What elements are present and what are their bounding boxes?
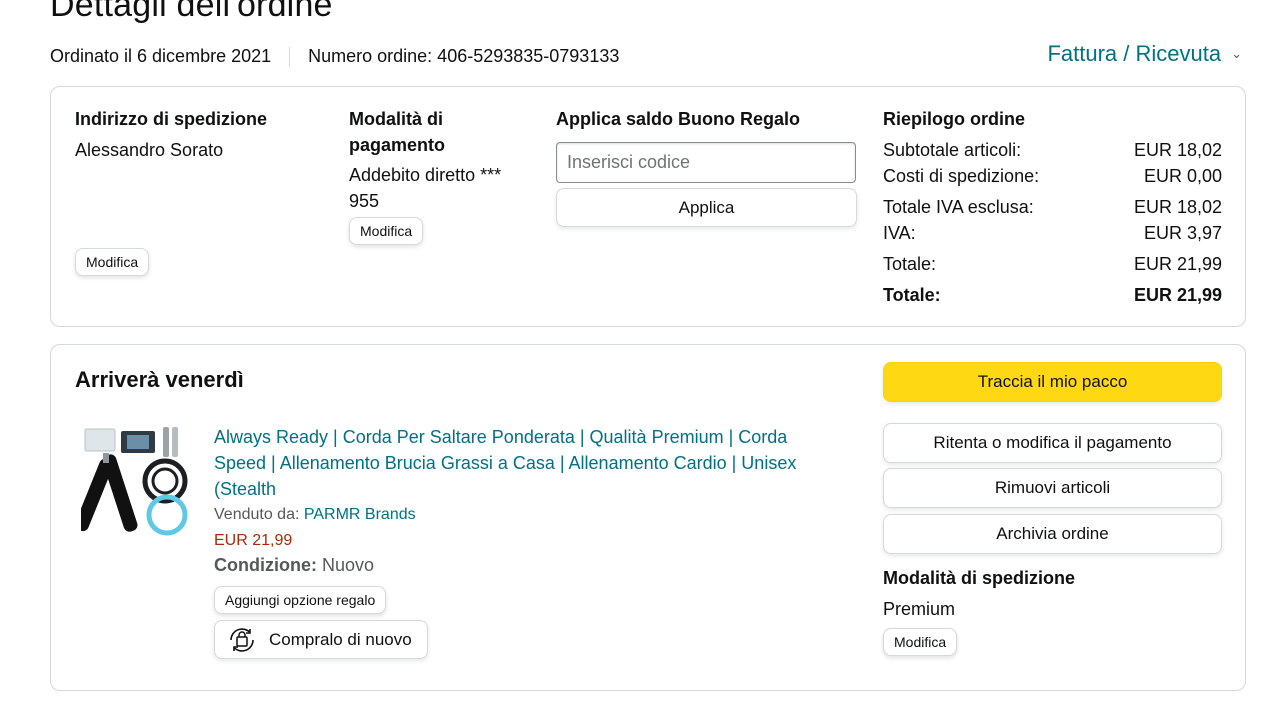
shipping-method-heading: Modalità di spedizione bbox=[883, 568, 1076, 588]
archive-order-button[interactable]: Archivia ordine bbox=[883, 514, 1222, 554]
summary-label: Subtotale articoli: bbox=[883, 140, 1022, 160]
payment-heading-line2: pagamento bbox=[349, 135, 446, 155]
summary-value: EUR 0,00 bbox=[1143, 166, 1222, 186]
summary-value: EUR 21,99 bbox=[1133, 285, 1222, 305]
summary-row-net: Totale IVA esclusa: EUR 18,02 bbox=[883, 194, 1222, 220]
apply-gift-button[interactable]: Applica bbox=[556, 188, 857, 227]
shipping-address-name: Alessandro Sorato bbox=[75, 140, 224, 160]
add-gift-option-button[interactable]: Aggiungi opzione regalo bbox=[214, 586, 387, 614]
product-title-line3: (Stealth bbox=[214, 479, 277, 499]
summary-value: EUR 3,97 bbox=[1143, 223, 1222, 243]
order-meta: Ordinato il 6 dicembre 2021 Numero ordin… bbox=[50, 46, 619, 67]
page-title: Dettagli dell'ordine bbox=[50, 0, 333, 24]
summary-value: EUR 18,02 bbox=[1133, 140, 1222, 160]
payment-method-line2: 955 bbox=[349, 191, 380, 211]
summary-label: Totale: bbox=[883, 254, 937, 274]
remove-items-button[interactable]: Rimuovi articoli bbox=[883, 468, 1222, 508]
order-date: Ordinato il 6 dicembre 2021 bbox=[50, 46, 272, 66]
product-image[interactable] bbox=[75, 423, 189, 543]
summary-row-subtotal: Subtotale articoli: EUR 18,02 bbox=[883, 137, 1222, 163]
order-summary: Riepilogo ordine Subtotale articoli: EUR… bbox=[883, 106, 1222, 308]
sold-by: Venduto da: PARMR Brands bbox=[214, 506, 416, 524]
track-package-button[interactable]: Traccia il mio pacco bbox=[883, 362, 1222, 402]
product-price: EUR 21,99 bbox=[214, 532, 293, 549]
summary-row-grand-total: Totale: EUR 21,99 bbox=[883, 282, 1222, 308]
condition-label: Condizione: bbox=[214, 555, 317, 575]
product-title-line2: Speed | Allenamento Brucia Grassi a Casa… bbox=[214, 453, 797, 473]
summary-heading: Riepilogo ordine bbox=[883, 109, 1025, 129]
chevron-down-icon: ⌄ bbox=[1231, 46, 1242, 61]
summary-label: Totale: bbox=[883, 285, 941, 305]
shipment-box: Arriverà venerdì Always Ready | Corda Pe… bbox=[50, 344, 1246, 691]
buy-again-label: Compralo di nuovo bbox=[269, 629, 412, 649]
condition-value: Nuovo bbox=[322, 555, 375, 575]
summary-label: Totale IVA esclusa: bbox=[883, 197, 1034, 217]
gift-code-input[interactable] bbox=[556, 142, 856, 183]
buy-again-button[interactable]: Compralo di nuovo bbox=[214, 620, 428, 659]
summary-row-vat: IVA: EUR 3,97 bbox=[883, 220, 1222, 246]
buy-again-icon bbox=[225, 625, 259, 655]
meta-divider bbox=[289, 46, 291, 67]
edit-address-button[interactable]: Modifica bbox=[75, 248, 150, 276]
summary-value: EUR 21,99 bbox=[1133, 254, 1222, 274]
summary-row-total: Totale: EUR 21,99 bbox=[883, 251, 1222, 277]
shipping-address-heading: Indirizzo di spedizione bbox=[75, 109, 268, 129]
payment-heading-line1: Modalità di bbox=[349, 109, 443, 129]
summary-row-shipping: Costi di spedizione: EUR 0,00 bbox=[883, 163, 1222, 189]
edit-payment-button[interactable]: Modifica bbox=[349, 217, 424, 245]
jump-rope-illustration bbox=[75, 427, 188, 536]
product-title-link[interactable]: Always Ready | Corda Per Saltare Pondera… bbox=[214, 424, 834, 502]
order-info-box: Indirizzo di spedizione Alessandro Sorat… bbox=[50, 86, 1246, 327]
payment-section: Modalità di pagamento Addebito diretto *… bbox=[349, 106, 534, 214]
retry-payment-button[interactable]: Ritenta o modifica il pagamento bbox=[883, 423, 1222, 463]
invoice-label: Fattura / Ricevuta bbox=[1047, 41, 1222, 66]
order-number: Numero ordine: 406-5293835-0793133 bbox=[308, 46, 620, 66]
shipping-method-value: Premium bbox=[883, 599, 956, 619]
edit-shipping-method-button[interactable]: Modifica bbox=[883, 628, 958, 656]
invoice-dropdown[interactable]: Fattura / Ricevuta ⌄ bbox=[1047, 41, 1242, 67]
sold-by-label: Venduto da: bbox=[214, 506, 300, 523]
shipping-address-section: Indirizzo di spedizione Alessandro Sorat… bbox=[75, 106, 325, 163]
payment-method-line1: Addebito diretto *** bbox=[349, 165, 502, 185]
delivery-heading: Arriverà venerdì bbox=[75, 367, 244, 392]
seller-link[interactable]: PARMR Brands bbox=[304, 506, 416, 523]
summary-label: Costi di spedizione: bbox=[883, 166, 1040, 186]
summary-value: EUR 18,02 bbox=[1133, 197, 1222, 217]
gift-card-heading: Applica saldo Buono Regalo bbox=[556, 109, 801, 129]
product-title-line1: Always Ready | Corda Per Saltare Pondera… bbox=[214, 427, 788, 447]
product-condition: Condizione: Nuovo bbox=[214, 555, 374, 576]
summary-label: IVA: bbox=[883, 223, 916, 243]
